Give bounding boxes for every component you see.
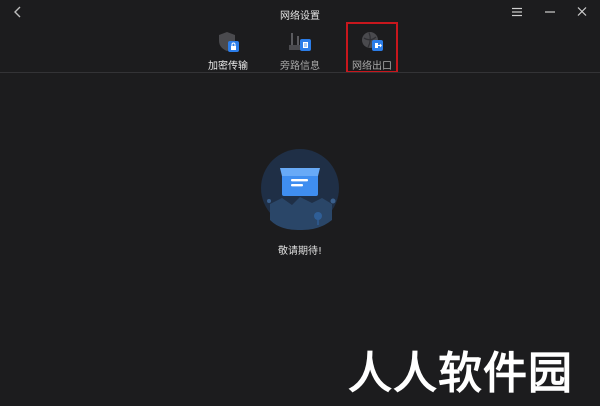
close-icon[interactable] <box>573 4 591 20</box>
menu-icon[interactable] <box>508 4 526 20</box>
empty-box-illustration <box>261 149 339 230</box>
tab-label: 加密传输 <box>208 61 248 72</box>
bypass-info-icon <box>289 33 311 51</box>
tab-bypass-info[interactable]: 旁路信息 <box>270 26 330 72</box>
empty-state-message: 敬请期待! <box>277 246 322 257</box>
tab-divider <box>0 72 600 73</box>
network-settings-window: 网络设置 加密传输 旁路信息 网络出口 敬请期待! 人人软件园 <box>0 0 600 406</box>
tab-label: 旁路信息 <box>280 61 320 72</box>
title-bar: 网络设置 <box>0 0 600 26</box>
tab-encrypted-transfer[interactable]: 加密传输 <box>198 26 258 72</box>
selected-tab-highlight <box>346 22 398 73</box>
watermark-text: 人人软件园 <box>348 348 573 399</box>
minimize-icon[interactable] <box>541 4 559 20</box>
settings-tabs: 加密传输 旁路信息 网络出口 <box>0 26 600 72</box>
shield-lock-icon <box>219 32 239 52</box>
